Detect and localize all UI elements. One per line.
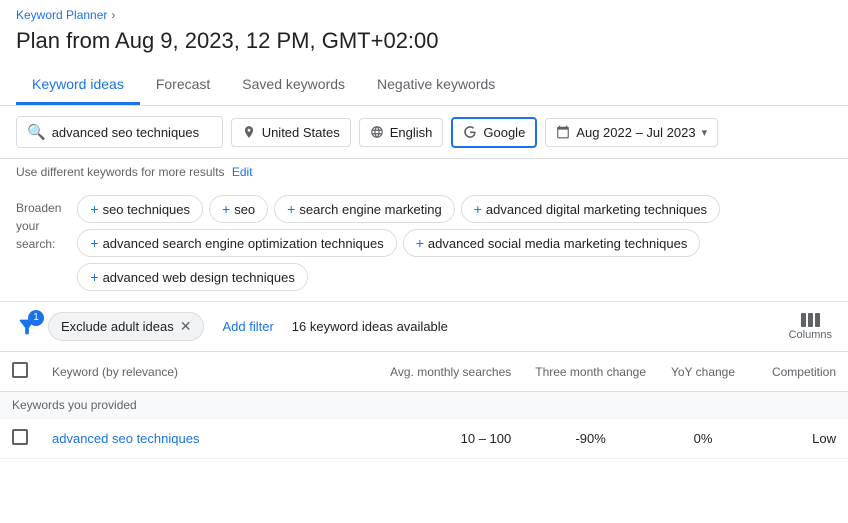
broaden-label: Broaden your search:: [16, 195, 61, 253]
section-header-row: Keywords you provided: [0, 392, 848, 419]
broaden-chips: + seo techniques + seo + search engine m…: [77, 195, 832, 291]
plus-icon: +: [90, 201, 98, 217]
broaden-chip-sem[interactable]: + search engine marketing: [274, 195, 455, 223]
chevron-down-icon: ▾: [702, 126, 708, 139]
search-box[interactable]: 🔍: [16, 116, 223, 148]
language-icon: [370, 125, 384, 139]
col-header-competition: Competition: [748, 352, 848, 392]
date-filter[interactable]: Aug 2022 – Jul 2023 ▾: [545, 118, 718, 147]
section-header-label: Keywords you provided: [0, 392, 848, 419]
keyword-link[interactable]: advanced seo techniques: [52, 431, 199, 446]
broaden-chip-seo-techniques[interactable]: + seo techniques: [77, 195, 203, 223]
add-filter-button[interactable]: Add filter: [214, 315, 281, 338]
date-range-label: Aug 2022 – Jul 2023: [576, 125, 695, 140]
keywords-table: Keyword (by relevance) Avg. monthly sear…: [0, 352, 848, 459]
use-different-bar: Use different keywords for more results …: [0, 159, 848, 185]
tab-forecast[interactable]: Forecast: [140, 66, 226, 105]
plus-icon: +: [90, 269, 98, 285]
row-checkbox-cell[interactable]: [0, 419, 40, 459]
google-icon: [463, 125, 477, 139]
col-header-checkbox: [0, 352, 40, 392]
breadcrumb[interactable]: Keyword Planner ›: [16, 8, 832, 22]
col-header-three-month: Three month change: [523, 352, 658, 392]
tab-saved-keywords[interactable]: Saved keywords: [226, 66, 361, 105]
calendar-icon: [556, 125, 570, 139]
broaden-chip-aseot[interactable]: + advanced search engine optimization te…: [77, 229, 396, 257]
broaden-chip-asmmt[interactable]: + advanced social media marketing techni…: [403, 229, 701, 257]
exclude-adult-chip[interactable]: Exclude adult ideas ✕: [48, 312, 204, 341]
language-filter[interactable]: English: [359, 118, 444, 147]
tab-negative-keywords[interactable]: Negative keywords: [361, 66, 511, 105]
broaden-chip-seo[interactable]: + seo: [209, 195, 268, 223]
columns-label: Columns: [789, 329, 832, 341]
tab-keyword-ideas[interactable]: Keyword ideas: [16, 66, 140, 105]
competition-cell: Low: [748, 419, 848, 459]
col-header-avg-monthly: Avg. monthly searches: [378, 352, 523, 392]
tabs-container: Keyword ideas Forecast Saved keywords Ne…: [16, 66, 832, 105]
search-icon: 🔍: [27, 123, 46, 141]
yoy-cell: 0%: [658, 419, 748, 459]
select-all-checkbox[interactable]: [12, 362, 28, 378]
filter-bar: 🔍 United States English Google Aug 2022 …: [0, 106, 848, 159]
col-header-yoy: YoY change: [658, 352, 748, 392]
columns-icon: [801, 313, 820, 327]
plus-icon: +: [474, 201, 482, 217]
location-filter[interactable]: United States: [231, 118, 351, 147]
location-icon: [242, 125, 256, 139]
edit-link[interactable]: Edit: [232, 165, 253, 179]
results-bar: 1 Exclude adult ideas ✕ Add filter 16 ke…: [0, 302, 848, 352]
plus-icon: +: [90, 235, 98, 251]
location-label: United States: [262, 125, 340, 140]
exclude-adult-label: Exclude adult ideas: [61, 319, 174, 334]
keyword-cell: advanced seo techniques: [40, 419, 378, 459]
plus-icon: +: [222, 201, 230, 217]
search-input[interactable]: [52, 125, 212, 140]
avg-monthly-cell: 10 – 100: [378, 419, 523, 459]
broaden-section: Broaden your search: + seo techniques + …: [0, 185, 848, 302]
row-checkbox[interactable]: [12, 429, 28, 445]
table-row: advanced seo techniques 10 – 100 -90% 0%…: [0, 419, 848, 459]
filter-badge: 1: [28, 310, 44, 326]
language-label: English: [390, 125, 433, 140]
use-different-text: Use different keywords for more results: [16, 165, 225, 179]
network-label: Google: [483, 125, 525, 140]
breadcrumb-text: Keyword Planner: [16, 8, 107, 22]
network-filter[interactable]: Google: [451, 117, 537, 148]
breadcrumb-arrow: ›: [111, 8, 115, 22]
plus-icon: +: [287, 201, 295, 217]
broaden-chip-awdt[interactable]: + advanced web design techniques: [77, 263, 307, 291]
plus-icon: +: [416, 235, 424, 251]
close-icon[interactable]: ✕: [180, 318, 192, 335]
columns-button[interactable]: Columns: [789, 313, 832, 341]
broaden-chip-admt[interactable]: + advanced digital marketing techniques: [461, 195, 720, 223]
three-month-cell: -90%: [523, 419, 658, 459]
page-title: Plan from Aug 9, 2023, 12 PM, GMT+02:00: [16, 28, 832, 54]
filter-button[interactable]: 1: [16, 316, 38, 338]
col-header-keyword: Keyword (by relevance): [40, 352, 378, 392]
results-count: 16 keyword ideas available: [292, 319, 779, 334]
